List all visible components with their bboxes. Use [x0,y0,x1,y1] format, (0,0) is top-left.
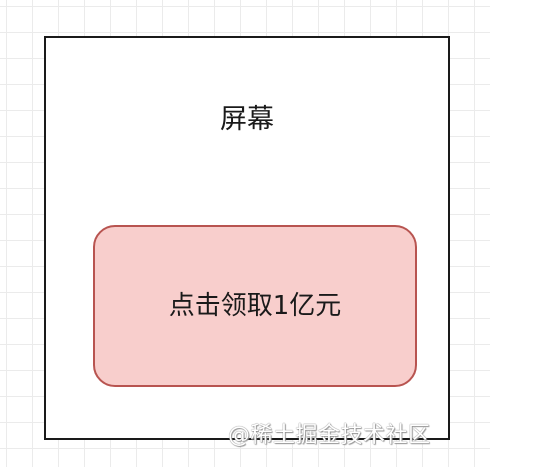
screen-label: 屏幕 [220,104,274,135]
watermark: @稀土掘金技术社区 [228,423,431,448]
screen-frame: 屏幕 点击领取1亿元 [44,36,450,440]
canvas-margin [490,0,547,467]
claim-reward-label: 点击领取1亿元 [168,291,342,321]
claim-reward-button[interactable]: 点击领取1亿元 [93,225,417,387]
